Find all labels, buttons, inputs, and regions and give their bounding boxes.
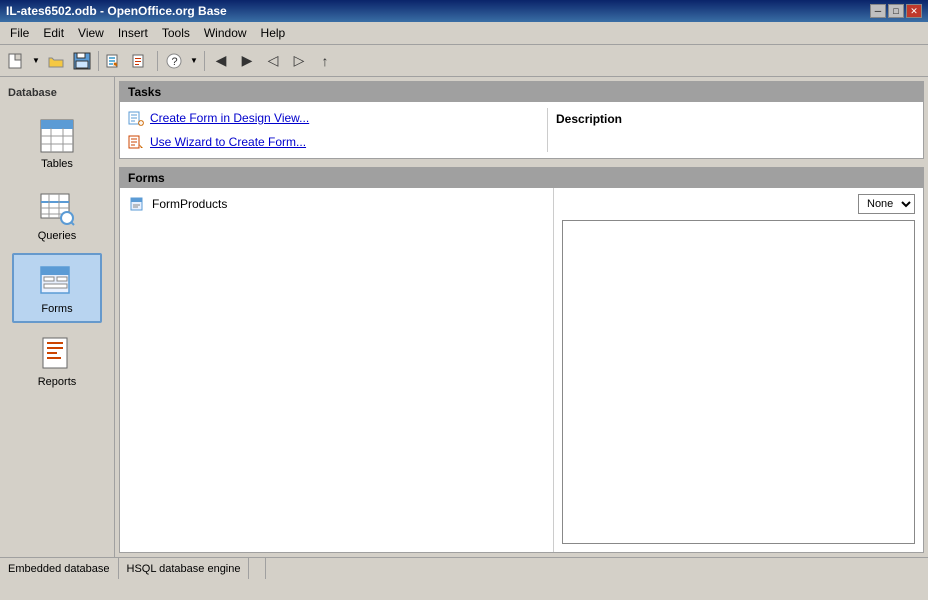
help-dropdown[interactable]: ▼ — [188, 49, 200, 73]
sidebar-item-reports[interactable]: Reports — [12, 327, 102, 395]
sidebar-item-tables[interactable]: Tables — [12, 109, 102, 177]
forms-list: FormProducts — [120, 188, 553, 552]
maximize-button[interactable]: □ — [888, 4, 904, 18]
menu-window[interactable]: Window — [198, 24, 253, 42]
forms-content: FormProducts None — [120, 188, 923, 552]
wizard-report-button[interactable] — [129, 49, 153, 73]
tables-icon — [37, 116, 77, 156]
database-label: Database — [0, 85, 114, 101]
reports-label: Reports — [38, 376, 77, 388]
tasks-header: Tasks — [120, 82, 923, 102]
sidebar: Database Tables — [0, 77, 115, 557]
forms-section: Forms FormPro — [119, 167, 924, 553]
minimize-button[interactable]: ─ — [870, 4, 886, 18]
task-use-wizard[interactable]: Use Wizard to Create Form... — [126, 132, 547, 152]
nav-prev-button[interactable]: ◀ — [209, 49, 233, 73]
content-area: Database Tables — [0, 77, 928, 557]
status-bar: Embedded database HSQL database engine — [0, 557, 928, 579]
svg-text:?: ? — [172, 56, 178, 68]
queries-label: Queries — [38, 230, 77, 242]
forms-label: Forms — [41, 303, 72, 315]
status-empty — [249, 558, 266, 579]
wizard-form-button[interactable] — [103, 49, 127, 73]
menu-edit[interactable]: Edit — [37, 24, 70, 42]
toolbar: ▼ ? ▼ ◀ ▶ ◁ ▷ ↑ — [0, 45, 928, 77]
tasks-content: Create Form in Design View... — [120, 102, 923, 158]
nav-next2-button[interactable]: ▷ — [287, 49, 311, 73]
menu-view[interactable]: View — [72, 24, 110, 42]
forms-icon — [37, 261, 77, 301]
separator-2 — [157, 51, 158, 71]
description-label: Description — [556, 112, 622, 126]
description-panel: Description — [547, 108, 917, 152]
nav-next-button[interactable]: ▶ — [235, 49, 259, 73]
window-controls: ─ □ ✕ — [870, 4, 922, 18]
right-panel: Tasks — [115, 77, 928, 557]
help-button[interactable]: ? — [162, 49, 186, 73]
main-container: Database Tables — [0, 77, 928, 579]
title-bar: IL-ates6502.odb - OpenOffice.org Base ─ … — [0, 0, 928, 22]
new-dropdown[interactable]: ▼ — [30, 49, 42, 73]
window-title: IL-ates6502.odb - OpenOffice.org Base — [6, 4, 227, 18]
open-button[interactable] — [44, 49, 68, 73]
save-button[interactable] — [70, 49, 94, 73]
preview-toolbar: None — [558, 192, 919, 216]
new-button[interactable] — [4, 49, 28, 73]
form-products-label: FormProducts — [152, 197, 227, 211]
menu-file[interactable]: File — [4, 24, 35, 42]
close-button[interactable]: ✕ — [906, 4, 922, 18]
form-products-icon — [130, 196, 146, 212]
task-use-wizard-label: Use Wizard to Create Form... — [150, 135, 306, 149]
queries-icon — [37, 188, 77, 228]
separator-1 — [98, 51, 99, 71]
tables-label: Tables — [41, 158, 73, 170]
form-products-item[interactable]: FormProducts — [126, 194, 547, 214]
preview-panel: None — [553, 188, 923, 552]
menu-help[interactable]: Help — [255, 24, 292, 42]
tasks-section: Tasks — [119, 81, 924, 159]
create-form-icon — [128, 110, 144, 126]
separator-3 — [204, 51, 205, 71]
wizard-icon — [128, 134, 144, 150]
sidebar-item-forms[interactable]: Forms — [12, 253, 102, 323]
status-engine: HSQL database engine — [119, 558, 250, 579]
task-create-design-label: Create Form in Design View... — [150, 111, 309, 125]
sidebar-item-queries[interactable]: Queries — [12, 181, 102, 249]
menu-insert[interactable]: Insert — [112, 24, 154, 42]
nav-btn5[interactable]: ↑ — [313, 49, 337, 73]
menu-tools[interactable]: Tools — [156, 24, 196, 42]
forms-header: Forms — [120, 168, 923, 188]
reports-icon — [37, 334, 77, 374]
task-create-design[interactable]: Create Form in Design View... — [126, 108, 547, 128]
menu-bar: File Edit View Insert Tools Window Help — [0, 22, 928, 45]
status-embedded: Embedded database — [0, 558, 119, 579]
preview-box — [562, 220, 915, 544]
tasks-list: Create Form in Design View... — [126, 108, 547, 152]
preview-dropdown[interactable]: None — [858, 194, 915, 214]
nav-prev2-button[interactable]: ◁ — [261, 49, 285, 73]
